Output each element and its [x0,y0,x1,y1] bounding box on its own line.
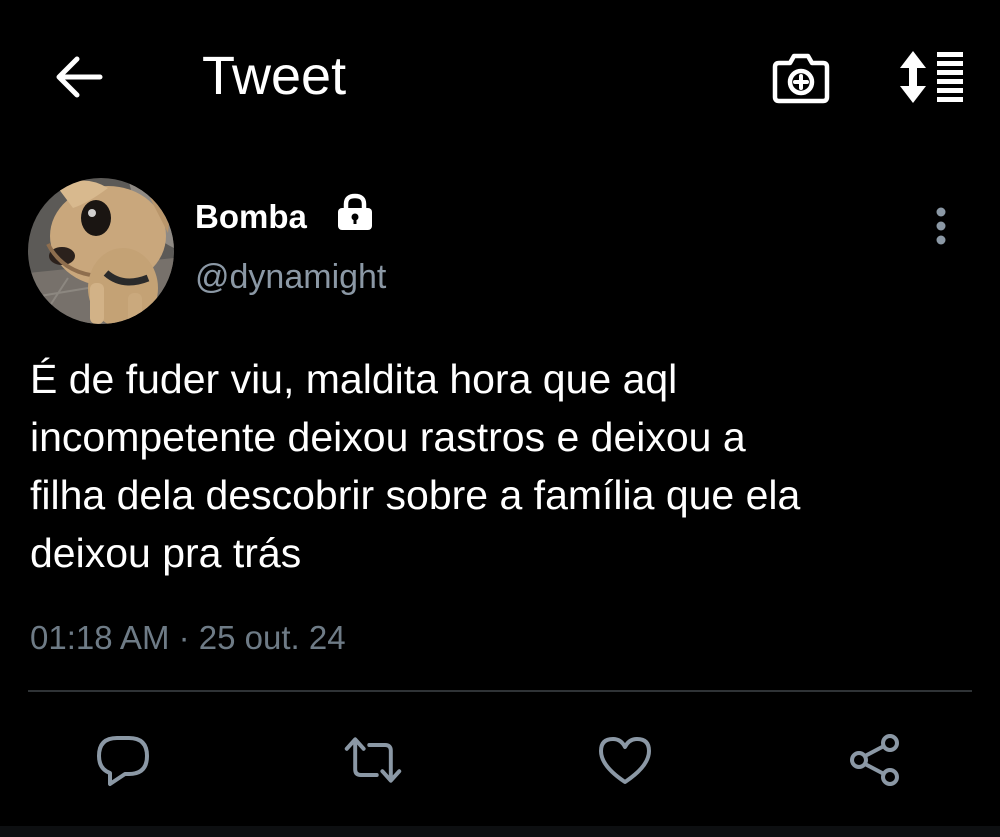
retweet-button[interactable] [343,730,403,790]
bottom-divider [0,826,1000,837]
top-app-bar: Tweet [0,0,1000,155]
tweet-text: É de fuder viu, maldita hora que aql inc… [30,356,801,576]
more-vertical-icon [936,207,946,245]
timestamp-separator: · [178,619,190,656]
arrow-left-icon [56,56,103,98]
user-handle[interactable]: @dynamight [195,256,386,298]
heart-icon [599,737,651,784]
share-icon [850,734,899,786]
reply-bubble-icon [97,736,149,786]
share-button[interactable] [845,730,905,790]
retweet-icon [344,737,402,783]
page-title: Tweet [202,46,347,106]
tweet-timestamp[interactable]: 01:18 AM · 25 out. 24 [30,616,346,660]
display-name[interactable]: Bomba [195,197,307,237]
divider [28,690,972,692]
camera-plus-icon [772,53,830,104]
back-button[interactable] [44,45,112,109]
camera-button[interactable] [766,46,836,110]
tweet-date: 25 out. 24 [198,619,346,656]
avatar[interactable] [28,178,174,324]
avatar-image [28,178,174,324]
lock-icon [334,192,376,234]
more-options-button[interactable] [920,200,962,252]
tweet-time: 01:18 AM [30,619,170,656]
sort-list-icon [900,51,963,103]
reply-button[interactable] [93,730,153,790]
like-button[interactable] [595,730,655,790]
sort-button[interactable] [890,44,974,110]
